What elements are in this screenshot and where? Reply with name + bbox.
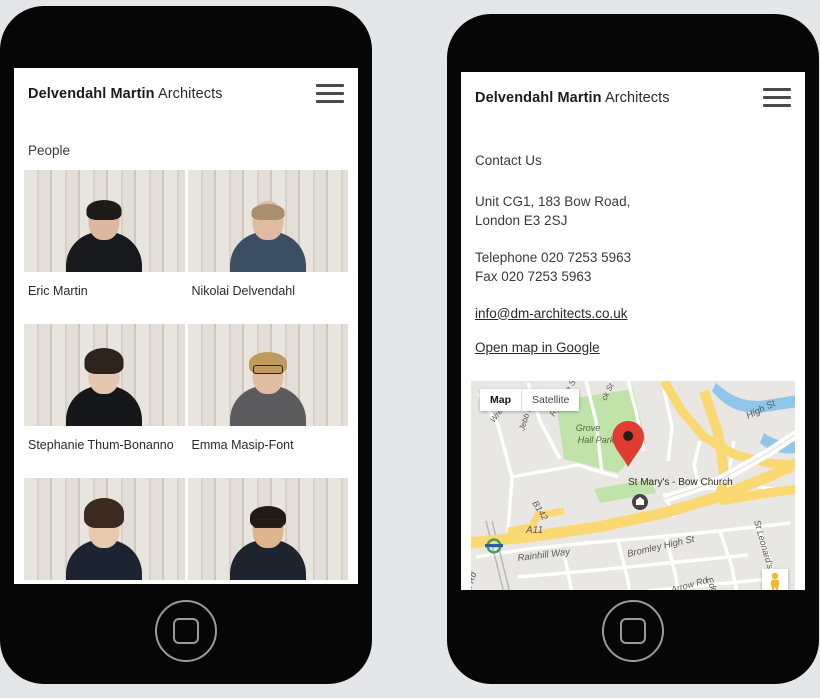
person-card[interactable] [187,478,349,584]
hamburger-bar-1 [763,88,791,91]
person-name: Emma Masip-Font [191,438,294,452]
hamburger-bar-3 [763,104,791,107]
map-type-map-button[interactable]: Map [480,389,521,411]
person-name [188,580,349,584]
person-figure [229,352,307,426]
home-button-right[interactable] [602,600,664,662]
address-line-2: London E3 2SJ [475,213,568,229]
person-photo[interactable] [187,478,348,580]
home-button-square-icon [620,618,646,644]
person-card[interactable]: Stephanie Thum-Bonanno [24,324,185,478]
people-row: Stephanie Thum-Bonanno Emma Masip-Font [14,324,358,478]
person-figure [229,200,307,272]
brand-light-right: Architects [604,89,670,106]
person-figure [65,200,143,272]
phone-left-screen: Delvendahl Martin Architects People Eric… [14,68,358,584]
person-card[interactable]: Emma Masip-Font [187,324,348,478]
people-row [14,478,358,584]
brand-title: Delvendahl Martin Architects [28,86,223,102]
svg-text:Grove: Grove [576,423,601,433]
svg-text:Hall Park: Hall Park [578,435,615,445]
people-row: Eric Martin Nikolai Delvendahl [14,170,358,324]
pegman-streetview-icon[interactable] [762,568,788,590]
phone-block: Telephone 020 7253 5963 Fax 020 7253 596… [475,248,791,286]
contact-heading: Contact Us [475,153,542,168]
person-photo[interactable] [187,170,348,272]
brand-bold: Delvendahl Martin [28,85,155,102]
phone-right: Delvendahl Martin Architects Contact Us … [447,14,819,684]
phone-left: Delvendahl Martin Architects People Eric… [0,6,372,684]
people-grid: Eric Martin Nikolai Delvendahl Stephanie T… [14,170,358,584]
person-photo[interactable] [187,324,348,426]
hamburger-menu-icon[interactable] [316,84,344,103]
home-button-left[interactable] [155,600,217,662]
person-hair [84,498,125,528]
screenshot-stage: Delvendahl Martin Architects People Eric… [0,0,820,698]
telephone-text: Telephone 020 7253 5963 [475,250,632,266]
person-photo[interactable] [24,324,185,426]
hamburger-bar-2 [316,92,344,95]
brand-light: Architects [157,85,223,102]
person-name: Eric Martin [28,284,88,298]
person-photo[interactable] [24,170,185,272]
person-card[interactable]: Eric Martin [24,170,185,324]
page-title: People [28,143,71,158]
tube-roundel-bar [485,543,503,547]
person-photo[interactable] [24,478,185,580]
svg-text:St Mary's - Bow Church: St Mary's - Bow Church [628,477,733,488]
fax-text: Fax 020 7253 5963 [475,269,592,285]
map-canvas: Ridgdale St Wrexha Jebb St ck St High St… [471,380,795,590]
email-link[interactable]: info@dm-architects.co.uk [475,306,628,321]
hamburger-menu-icon-right[interactable] [763,88,791,107]
svg-text:A11: A11 [525,525,543,536]
person-hair [86,200,122,220]
person-hair [84,348,124,374]
person-name [24,580,185,584]
open-map-in-google-link[interactable]: Open map in Google [475,340,600,355]
person-figure [65,348,143,426]
site-header-right: Delvendahl Martin Architects [461,72,805,107]
address-block: Unit CG1, 183 Bow Road, London E3 2SJ [475,192,791,230]
person-glasses-icon [252,365,283,374]
site-header-left: Delvendahl Martin Architects [14,68,358,103]
person-card[interactable]: Nikolai Delvendahl [187,170,348,324]
pegman-glyph [771,572,779,590]
hamburger-bar-3 [316,100,344,103]
person-name: Nikolai Delvendahl [191,284,296,298]
hamburger-bar-2 [763,96,791,99]
map-type-satellite-button[interactable]: Satellite [521,388,579,411]
hamburger-bar-1 [316,84,344,87]
person-card[interactable] [24,478,185,584]
map-container[interactable]: Ridgdale St Wrexha Jebb St ck St High St… [471,380,795,590]
phone-right-screen: Delvendahl Martin Architects Contact Us … [461,72,805,590]
home-button-square-icon [173,618,199,644]
person-glasses-icon [252,519,283,528]
person-figure [65,498,143,580]
person-figure [229,506,307,580]
map-type-toggle[interactable]: Map Satellite [480,388,580,411]
brand-bold-right: Delvendahl Martin [475,89,602,106]
address-line-1: Unit CG1, 183 Bow Road, [475,194,631,209]
person-hair [251,204,285,220]
brand-title-right: Delvendahl Martin Architects [475,90,670,106]
contact-section: Contact Us Unit CG1, 183 Bow Road, Londo… [461,107,805,373]
person-name: Stephanie Thum-Bonanno [28,438,174,452]
